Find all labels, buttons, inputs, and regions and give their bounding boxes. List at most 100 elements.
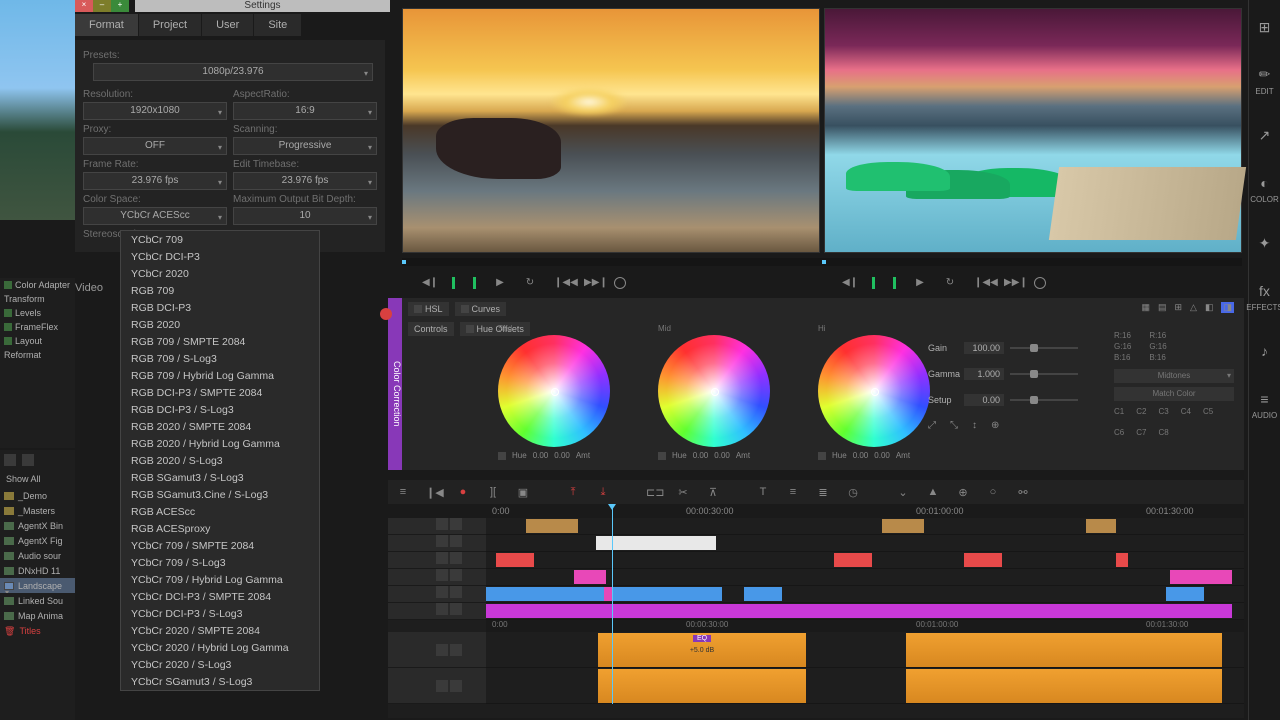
shadow-wheel[interactable]: [498, 335, 610, 447]
record-indicator-icon[interactable]: [380, 308, 392, 320]
close-icon[interactable]: ×: [75, 0, 93, 12]
colorspace-option[interactable]: YCbCr 709 / SMPTE 2084: [121, 537, 319, 554]
colorspace-option[interactable]: RGB 2020 / SMPTE 2084: [121, 418, 319, 435]
colorspace-option[interactable]: RGB 709 / S-Log3: [121, 350, 319, 367]
audio-clip[interactable]: EQ+5.0 dB: [598, 633, 806, 667]
track-toggle[interactable]: [450, 586, 462, 598]
audio-clip[interactable]: [906, 633, 1222, 667]
picker-icon[interactable]: ⤢: [928, 420, 936, 431]
colorspace-option[interactable]: YCbCr DCI-P3: [121, 248, 319, 265]
next-icon[interactable]: ▶▶❙: [584, 277, 596, 289]
video-track[interactable]: [486, 552, 1244, 569]
colorspace-option[interactable]: RGB DCI-P3 / SMPTE 2084: [121, 384, 319, 401]
step-back-icon[interactable]: ◀❙: [422, 277, 434, 289]
colorspace-option[interactable]: RGB ACEScc: [121, 503, 319, 520]
align-icon[interactable]: ≡: [786, 486, 800, 498]
colorspace-option[interactable]: YCbCr 709 / S-Log3: [121, 554, 319, 571]
colorspace-select[interactable]: YCbCr ACEScc: [83, 207, 227, 225]
channel-c5[interactable]: C5: [1203, 407, 1213, 416]
prev-icon[interactable]: ❙◀◀: [974, 277, 986, 289]
next-icon[interactable]: ▶▶❙: [1004, 277, 1016, 289]
timeline-ruler-2[interactable]: 0:00 00:00:30:00 00:01:00:00 00:01:30:00: [486, 620, 1244, 632]
scope-icon[interactable]: △: [1190, 302, 1197, 313]
colorspace-option[interactable]: RGB 709 / SMPTE 2084: [121, 333, 319, 350]
colorspace-option[interactable]: YCbCr DCI-P3 / S-Log3: [121, 605, 319, 622]
track-toggle[interactable]: [450, 603, 462, 615]
picker-icon[interactable]: ⤡: [950, 420, 958, 431]
bin-item[interactable]: _Demo: [0, 488, 75, 503]
fx-transform[interactable]: Transform: [0, 292, 75, 306]
colorspace-option[interactable]: YCbCr 2020: [121, 265, 319, 282]
clock-icon[interactable]: ◷: [846, 486, 860, 499]
tool-icon[interactable]: ○: [986, 486, 1000, 498]
maximize-icon[interactable]: +: [111, 0, 129, 12]
gamma-slider[interactable]: [1010, 373, 1078, 375]
mark-out-icon[interactable]: [473, 277, 476, 289]
clip[interactable]: [882, 519, 924, 533]
fx-frameflex[interactable]: FrameFlex: [0, 320, 75, 334]
play-icon[interactable]: ▶: [494, 277, 506, 289]
colorspace-option[interactable]: RGB SGamut3.Cine / S-Log3: [121, 486, 319, 503]
track-mute[interactable]: [436, 644, 448, 656]
step-back-icon[interactable]: ◀❙: [842, 277, 854, 289]
colorspace-option[interactable]: YCbCr 2020 / S-Log3: [121, 656, 319, 673]
colorspace-option[interactable]: RGB SGamut3 / S-Log3: [121, 469, 319, 486]
fx-color-adapter[interactable]: Color Adapter: [0, 278, 75, 292]
video-track[interactable]: [486, 535, 1244, 552]
jog-icon[interactable]: [1034, 277, 1046, 289]
reset-icon[interactable]: [818, 452, 826, 460]
gain-slider[interactable]: [1010, 347, 1078, 349]
play-icon[interactable]: ▶: [914, 277, 926, 289]
colorspace-option[interactable]: YCbCr SGamut3 / S-Log3: [121, 673, 319, 690]
mark-in-icon[interactable]: [872, 277, 875, 289]
track-toggle[interactable]: [450, 552, 462, 564]
midtones-select[interactable]: Midtones: [1114, 369, 1234, 383]
track-mute[interactable]: [436, 680, 448, 692]
timeline-ruler[interactable]: 0:00 00:00:30:00 00:01:00:00 00:01:30:00: [486, 504, 1244, 518]
proxy-select[interactable]: OFF: [83, 137, 227, 155]
clip[interactable]: [574, 570, 606, 584]
extract-icon[interactable]: ⤓: [596, 486, 610, 499]
bin-item[interactable]: Audio sour: [0, 548, 75, 563]
framerate-select[interactable]: 23.976 fps: [83, 172, 227, 190]
presets-select[interactable]: 1080p/23.976: [93, 63, 373, 81]
scope-icon[interactable]: ⊞: [1175, 302, 1183, 313]
trim-icon[interactable]: ⊏⊐: [646, 486, 660, 499]
fx-levels[interactable]: Levels: [0, 306, 75, 320]
right-tool-effects[interactable]: fxEFFECTS: [1249, 270, 1280, 324]
video-track[interactable]: [486, 569, 1244, 586]
tab-site[interactable]: Site: [254, 14, 301, 36]
track-solo[interactable]: [450, 680, 462, 692]
colorspace-option[interactable]: RGB 2020 / S-Log3: [121, 452, 319, 469]
jog-icon[interactable]: [614, 277, 626, 289]
clip[interactable]: [486, 587, 604, 601]
track-toggle[interactable]: [436, 518, 448, 530]
clip[interactable]: [526, 519, 578, 533]
right-tool-⊞[interactable]: ⊞: [1249, 0, 1280, 54]
splice-icon[interactable]: ][: [486, 486, 500, 498]
gain-value[interactable]: 100.00: [964, 342, 1004, 354]
picker-icon[interactable]: ⊕: [991, 420, 999, 431]
right-tool-audio[interactable]: ≡AUDIO: [1249, 378, 1280, 432]
prev-icon[interactable]: ❙◀◀: [554, 277, 566, 289]
channel-c6[interactable]: C6: [1114, 428, 1124, 437]
clip[interactable]: [834, 553, 872, 567]
colorspace-option[interactable]: RGB 709 / Hybrid Log Gamma: [121, 367, 319, 384]
channel-c7[interactable]: C7: [1136, 428, 1146, 437]
colorspace-option[interactable]: YCbCr 2020 / Hybrid Log Gamma: [121, 639, 319, 656]
bin-item[interactable]: _Masters: [0, 503, 75, 518]
tab-user[interactable]: User: [202, 14, 253, 36]
chevron-icon[interactable]: ⌄: [896, 486, 910, 499]
maxbit-select[interactable]: 10: [233, 207, 377, 225]
setup-slider[interactable]: [1010, 399, 1078, 401]
track-toggle[interactable]: [436, 603, 448, 615]
text-icon[interactable]: T: [756, 486, 770, 498]
lift-icon[interactable]: ⤒: [566, 486, 580, 499]
clip[interactable]: [744, 587, 782, 601]
clip[interactable]: [486, 604, 1232, 618]
reset-icon[interactable]: [658, 452, 666, 460]
color-correction-tab[interactable]: Color Correction: [388, 298, 402, 470]
loop-icon[interactable]: ↻: [944, 277, 956, 289]
mark-in-icon[interactable]: [452, 277, 455, 289]
right-tool-♪[interactable]: ♪: [1249, 324, 1280, 378]
